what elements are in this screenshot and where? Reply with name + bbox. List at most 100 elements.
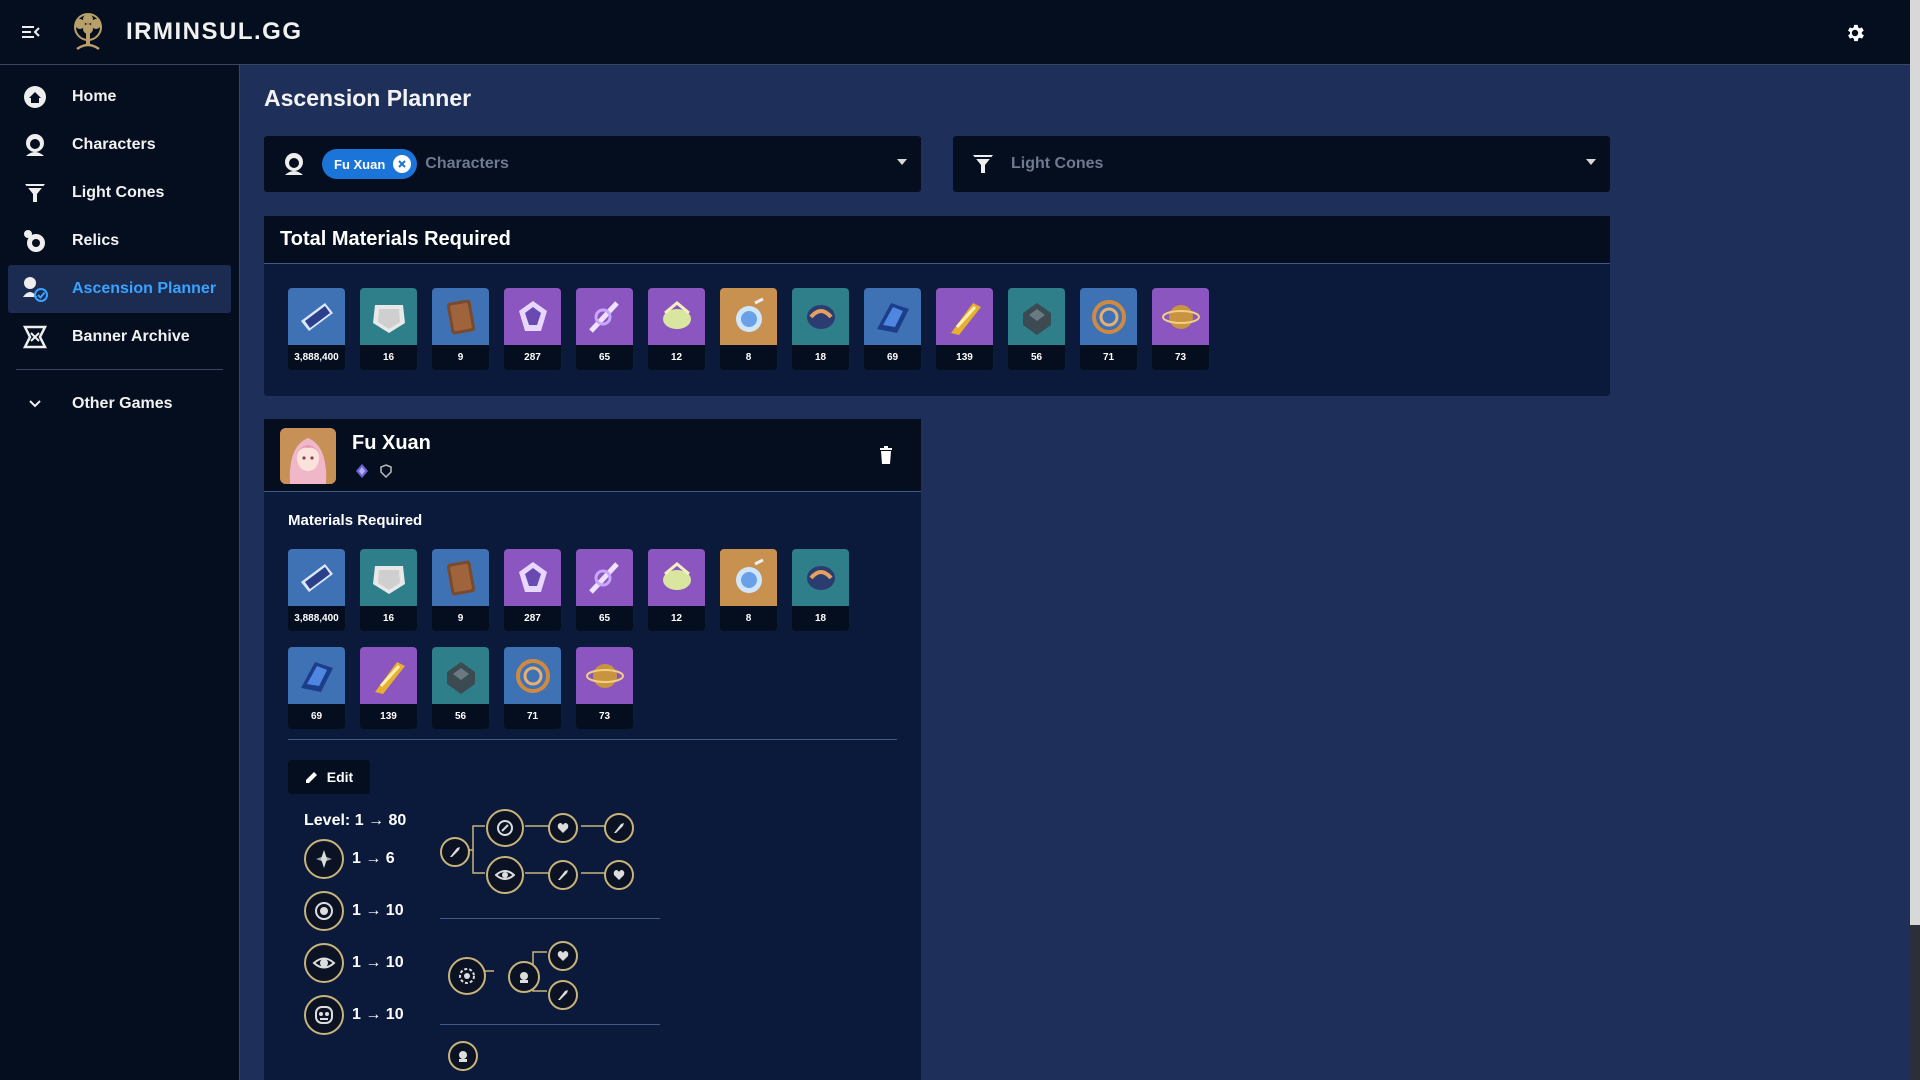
material-icon bbox=[360, 288, 417, 345]
sidebar-item-ascension-planner[interactable]: Ascension Planner bbox=[8, 265, 231, 313]
trace-stat-node[interactable] bbox=[548, 941, 578, 971]
edit-button[interactable]: Edit bbox=[288, 760, 370, 794]
pencil-icon bbox=[305, 772, 317, 783]
material-item[interactable]: 71 bbox=[1080, 288, 1137, 370]
sidebar-item-label: Ascension Planner bbox=[72, 280, 217, 297]
material-item[interactable]: 73 bbox=[1152, 288, 1209, 370]
material-count: 139 bbox=[380, 711, 397, 722]
trace-tree-connectors bbox=[440, 825, 660, 1025]
sidebar-item-label: Light Cones bbox=[72, 184, 165, 201]
skill-icon[interactable] bbox=[304, 891, 344, 931]
ability-trace-icon bbox=[497, 820, 513, 836]
hp-stat-icon bbox=[557, 823, 569, 833]
selected-character-chip[interactable]: Fu Xuan bbox=[322, 149, 418, 179]
other-games-toggle[interactable]: Other Games bbox=[8, 380, 231, 428]
material-item[interactable]: 65 bbox=[576, 549, 633, 631]
avatar[interactable] bbox=[280, 428, 336, 484]
material-item[interactable]: 73 bbox=[576, 647, 633, 729]
material-item[interactable]: 9 bbox=[432, 549, 489, 631]
sidebar-item-relics[interactable]: Relics bbox=[8, 217, 231, 265]
eye-trace-icon bbox=[495, 870, 515, 880]
sidebar-item-label: Home bbox=[72, 88, 117, 105]
material-icon bbox=[360, 647, 417, 704]
material-count: 71 bbox=[1102, 352, 1115, 363]
trace-stat-node[interactable] bbox=[508, 961, 540, 993]
material-item[interactable]: 16 bbox=[360, 288, 417, 370]
characters-icon bbox=[20, 130, 50, 160]
brand-name[interactable]: IRMINSUL.GG bbox=[126, 18, 303, 46]
material-count: 8 bbox=[745, 613, 752, 624]
material-item[interactable]: 56 bbox=[432, 647, 489, 729]
trace-stat-node[interactable] bbox=[440, 837, 470, 867]
characters-placeholder: Characters bbox=[425, 155, 509, 172]
trace-stat-node[interactable] bbox=[604, 860, 634, 890]
delete-character-button[interactable] bbox=[877, 445, 895, 465]
page-scrollbar[interactable] bbox=[1910, 0, 1920, 1080]
trace-ability-node[interactable] bbox=[448, 957, 486, 995]
material-item[interactable]: 65 bbox=[576, 288, 633, 370]
material-item[interactable]: 3,888,400 bbox=[288, 288, 345, 370]
settings-button[interactable] bbox=[1840, 18, 1870, 48]
material-item[interactable]: 3,888,400 bbox=[288, 549, 345, 631]
trace-ability-node[interactable] bbox=[486, 809, 524, 847]
material-item[interactable]: 69 bbox=[288, 647, 345, 729]
material-item[interactable]: 139 bbox=[360, 647, 417, 729]
sidebar-item-characters[interactable]: Characters bbox=[8, 121, 231, 169]
basic-attack-icon[interactable] bbox=[304, 839, 344, 879]
material-item[interactable]: 139 bbox=[936, 288, 993, 370]
material-count: 65 bbox=[598, 352, 611, 363]
sidebar-item-label: Characters bbox=[72, 136, 156, 153]
material-icon bbox=[648, 549, 705, 606]
sidebar-item-home[interactable]: Home bbox=[8, 73, 231, 121]
material-item[interactable]: 12 bbox=[648, 549, 705, 631]
light-cones-icon bbox=[20, 178, 50, 208]
material-count: 56 bbox=[1030, 352, 1043, 363]
menu-collapse-icon bbox=[22, 26, 40, 38]
sidebar-divider bbox=[16, 369, 223, 370]
material-item[interactable]: 18 bbox=[792, 288, 849, 370]
material-item[interactable]: 8 bbox=[720, 549, 777, 631]
material-icon bbox=[576, 549, 633, 606]
tree-logo-icon[interactable] bbox=[66, 10, 110, 54]
material-icon bbox=[648, 288, 705, 345]
dropdown-caret-icon[interactable] bbox=[897, 159, 907, 165]
light-cones-select[interactable]: Light Cones bbox=[953, 136, 1610, 192]
atk-stat-icon bbox=[614, 823, 624, 833]
trace-stat-node[interactable] bbox=[548, 813, 578, 843]
material-count: 73 bbox=[1174, 352, 1187, 363]
characters-select[interactable]: Fu Xuan Characters bbox=[264, 136, 921, 192]
trace-stat-node[interactable] bbox=[548, 980, 578, 1010]
trace-stat-node[interactable] bbox=[604, 813, 634, 843]
material-item[interactable]: 287 bbox=[504, 288, 561, 370]
sidebar-item-light-cones[interactable]: Light Cones bbox=[8, 169, 231, 217]
trace-stat-node[interactable] bbox=[548, 860, 578, 890]
top-bar: IRMINSUL.GG bbox=[0, 0, 1910, 65]
material-item[interactable]: 69 bbox=[864, 288, 921, 370]
material-item[interactable]: 71 bbox=[504, 647, 561, 729]
preservation-path-icon bbox=[378, 463, 394, 479]
dropdown-caret-icon[interactable] bbox=[1586, 159, 1596, 165]
material-item[interactable]: 18 bbox=[792, 549, 849, 631]
trace-stat-node[interactable] bbox=[448, 1041, 478, 1071]
scrollbar-thumb[interactable] bbox=[1910, 0, 1920, 925]
material-item[interactable]: 16 bbox=[360, 549, 417, 631]
material-item[interactable]: 287 bbox=[504, 549, 561, 631]
material-icon bbox=[576, 647, 633, 704]
talent-icon[interactable] bbox=[304, 995, 344, 1035]
character-card: Fu Xuan Materials Required 3,888,400 16 9 2… bbox=[264, 419, 921, 1080]
material-count: 16 bbox=[382, 613, 395, 624]
material-icon bbox=[504, 647, 561, 704]
menu-toggle-button[interactable] bbox=[0, 0, 62, 64]
material-item[interactable]: 12 bbox=[648, 288, 705, 370]
material-icon bbox=[792, 288, 849, 345]
ultimate-icon[interactable] bbox=[304, 943, 344, 983]
divider bbox=[288, 739, 897, 740]
material-item[interactable]: 56 bbox=[1008, 288, 1065, 370]
sidebar-item-banner-archive[interactable]: Banner Archive bbox=[8, 313, 231, 361]
chip-remove-button[interactable] bbox=[393, 155, 412, 173]
material-item[interactable]: 8 bbox=[720, 288, 777, 370]
trace-ability-node[interactable] bbox=[486, 856, 524, 894]
material-icon bbox=[1008, 288, 1065, 345]
material-count: 65 bbox=[598, 613, 611, 624]
material-item[interactable]: 9 bbox=[432, 288, 489, 370]
